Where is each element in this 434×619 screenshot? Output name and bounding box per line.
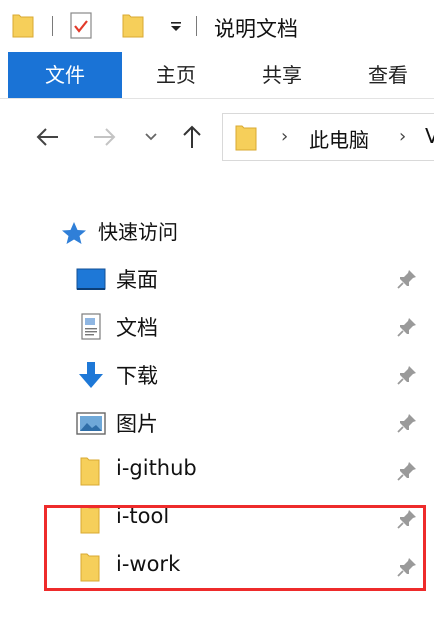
nav-item-downloads[interactable]: 下载: [70, 354, 430, 398]
toolbar-separator: [52, 16, 53, 36]
title-bar: 说明文档: [0, 0, 434, 52]
toolbar-separator: [196, 16, 197, 36]
nav-item-label: 桌面: [116, 268, 158, 292]
window-title: 说明文档: [214, 17, 298, 41]
nav-item-documents[interactable]: 文档: [70, 306, 430, 350]
nav-item-label: 下载: [116, 364, 158, 388]
nav-item-pictures[interactable]: 图片: [70, 402, 430, 446]
pin-icon[interactable]: [396, 268, 418, 290]
star-icon: [62, 222, 86, 244]
pictures-icon: [76, 412, 106, 435]
nav-item-label: 文档: [116, 316, 158, 340]
folder-icon: [80, 457, 100, 486]
breadcrumb-chevron-icon[interactable]: ›: [281, 126, 288, 147]
properties-icon[interactable]: [70, 12, 94, 40]
forward-arrow-icon[interactable]: [90, 123, 118, 151]
folder-icon: [235, 125, 257, 151]
breadcrumb-chevron-icon[interactable]: ›: [399, 126, 406, 147]
navigation-bar: › 此电脑 › V: [0, 99, 434, 177]
pin-icon[interactable]: [396, 460, 418, 482]
pin-icon[interactable]: [396, 364, 418, 386]
nav-item-desktop[interactable]: 桌面: [70, 258, 430, 302]
nav-item-i-github[interactable]: i-github: [70, 450, 430, 494]
address-bar[interactable]: › 此电脑 › V: [222, 113, 434, 161]
documents-icon: [81, 313, 101, 340]
annotation-highlight-box: [44, 505, 426, 591]
tab-home[interactable]: 主页: [130, 52, 222, 98]
nav-item-label: i-github: [116, 456, 197, 480]
download-icon: [79, 362, 103, 388]
desktop-icon: [76, 268, 106, 290]
breadcrumb-this-pc[interactable]: 此电脑: [309, 124, 369, 153]
tab-share[interactable]: 共享: [236, 52, 328, 98]
ribbon-tabs: 文件 主页 共享 查看: [0, 52, 434, 99]
pin-icon[interactable]: [396, 316, 418, 338]
new-folder-icon[interactable]: [122, 12, 144, 38]
breadcrumb-overflow[interactable]: V: [425, 124, 434, 148]
up-arrow-icon[interactable]: [178, 123, 206, 151]
folder-icon[interactable]: [12, 12, 34, 38]
customize-toolbar-dropdown-icon[interactable]: [168, 18, 184, 34]
pin-icon[interactable]: [396, 412, 418, 434]
recent-locations-chevron-down-icon[interactable]: [144, 131, 158, 143]
nav-item-label: 图片: [116, 412, 158, 436]
back-arrow-icon[interactable]: [34, 123, 62, 151]
tab-view[interactable]: 查看: [342, 52, 434, 98]
quick-access-label: 快速访问: [98, 220, 178, 244]
tab-file[interactable]: 文件: [8, 52, 122, 98]
